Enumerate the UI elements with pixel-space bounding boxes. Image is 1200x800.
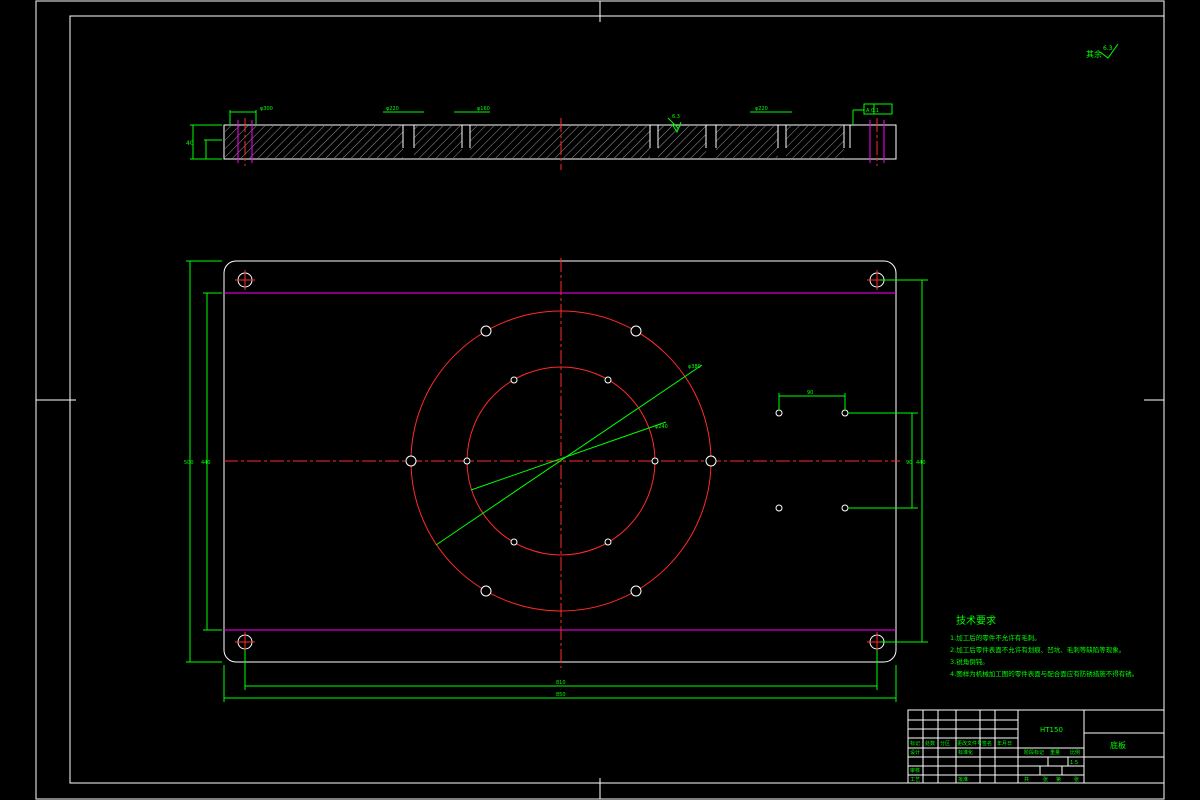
tech-requirements: 技术要求 1.加工后的零件不允许有毛刺。 2.加工后零件表面不允许有划痕、凹坑、…	[950, 614, 1138, 678]
rect-spacing-dim: 90	[807, 390, 813, 396]
tb-approve: 批准	[958, 776, 968, 783]
bottom-width-inner: 810	[556, 680, 566, 686]
tol-label-4: φ220	[755, 106, 768, 112]
tech-req-item-4: 4.图样为机械加工图的零件表面与配合面应有防锈措施不得有锈。	[950, 669, 1138, 678]
tb-process: 工艺	[910, 777, 920, 783]
tb-label-3: 更改文件号	[957, 740, 982, 747]
roughness-value: 6.3	[1103, 45, 1113, 52]
tol-label-5: A 0.1	[866, 108, 879, 114]
rect-height-dim: 90	[906, 460, 912, 466]
tb-review: 审核	[910, 767, 920, 774]
tb-weight: 重量	[1050, 749, 1060, 756]
tech-req-item-3: 3.锐角倒钝。	[950, 657, 989, 666]
outer-circle-dim: φ380	[688, 364, 701, 370]
tech-req-item-1: 1.加工后的零件不允许有毛刺。	[950, 633, 1041, 642]
plan-view: φ380 φ240 90 90 440 500 440 810 850	[184, 258, 928, 702]
tb-sheet-unit-1: 张	[1043, 776, 1048, 783]
roughness-note: 其余 6.3	[1086, 43, 1119, 59]
tol-label-3: 6.3	[672, 114, 680, 120]
tb-label-2: 分区	[940, 740, 950, 747]
tol-label-1: φ220	[386, 106, 399, 112]
tb-sheet-total: 共	[1024, 776, 1029, 783]
tb-label-5: 年月日	[997, 740, 1012, 747]
title-block: 标记 处数 分区 更改文件号 签名 年月日 设计 标准化 审核 工艺 批准 阶段…	[907, 709, 1165, 784]
outer-border	[35, 0, 1165, 800]
tb-standard: 标准化	[958, 749, 973, 756]
bottom-width-outer: 850	[556, 692, 566, 698]
cad-drawing: 其余 6.3 40 φ300 φ220 φ160 6.3 φ220 A 0.1 …	[35, 0, 1165, 800]
tol-label-0: φ300	[260, 106, 273, 112]
tb-label-4: 签名	[982, 740, 992, 747]
tb-sheet-unit-2: 张	[1074, 776, 1079, 783]
tb-stage: 阶段标记	[1024, 749, 1044, 756]
tol-label-2: φ160	[477, 106, 490, 112]
left-height-inner: 440	[201, 460, 211, 466]
left-height-outer: 500	[184, 460, 194, 466]
right-height-dim: 440	[916, 460, 926, 466]
tech-req-item-2: 2.加工后零件表面不允许有划痕、凹坑、毛刺等缺陷等现象。	[950, 645, 1125, 654]
tech-requirements-title: 技术要求	[956, 614, 996, 627]
tb-material: HT150	[1040, 726, 1063, 734]
inner-circle-dim: φ240	[655, 424, 668, 430]
tb-label-1: 处数	[925, 740, 935, 747]
section-height-label: 40	[186, 140, 194, 147]
tb-part-name: 底板	[1110, 740, 1126, 750]
roughness-note-text: 其余	[1086, 49, 1102, 59]
tb-design: 设计	[910, 749, 920, 756]
tb-scale-value: 1:5	[1070, 760, 1078, 766]
section-view: 40 φ300 φ220 φ160 6.3 φ220 A 0.1	[186, 103, 897, 170]
tb-sheet-num: 第	[1056, 776, 1061, 783]
tb-label-0: 标记	[910, 740, 920, 747]
tb-scale: 比例	[1070, 749, 1080, 756]
